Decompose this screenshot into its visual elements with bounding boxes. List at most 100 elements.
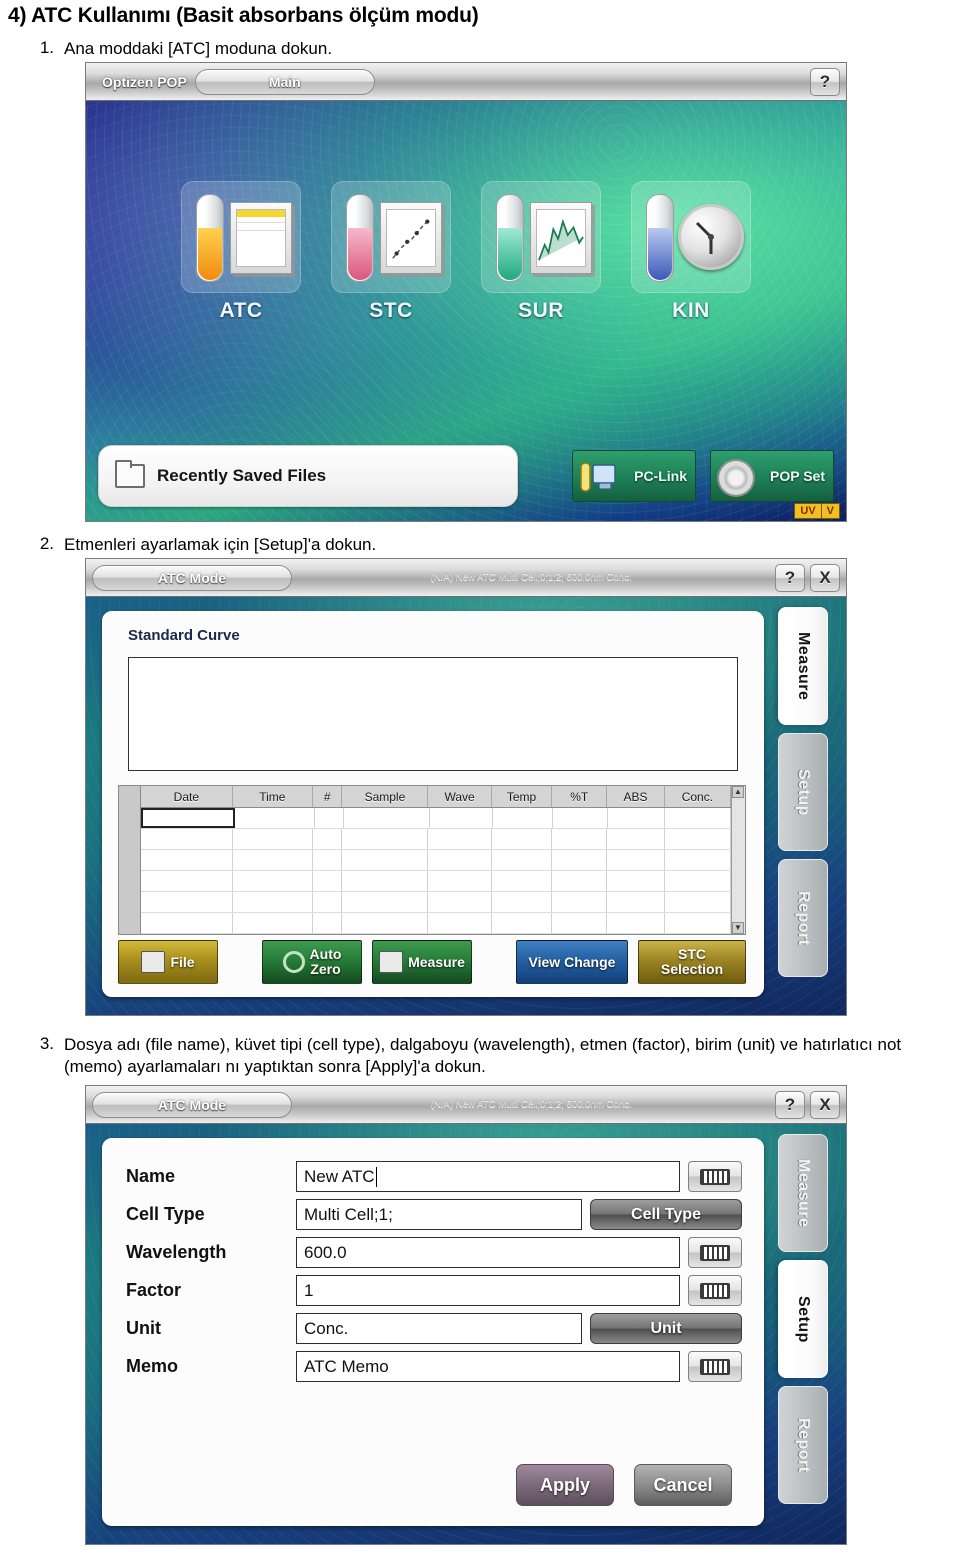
cell-type-button[interactable]: Cell Type — [590, 1199, 742, 1230]
mode-button-atc[interactable]: ATC — [177, 181, 305, 323]
scroll-down-icon[interactable]: ▼ — [732, 922, 744, 934]
tab-setup[interactable]: Setup — [778, 1260, 828, 1378]
file-button[interactable]: File — [118, 940, 218, 984]
unit-field[interactable]: Conc. — [296, 1313, 582, 1344]
wavelength-field[interactable]: 600.0 — [296, 1237, 680, 1268]
atc-measure-titlebar: ATC Mode (N/A) New ATC Multi Cell;0;1;2;… — [86, 559, 846, 597]
column-header-temp: Temp — [492, 786, 553, 807]
mode-button-stc[interactable]: STC — [327, 181, 455, 323]
tab-report[interactable]: Report — [778, 859, 828, 977]
step-3: 3. Dosya adı (file name), küvet tipi (ce… — [20, 1034, 950, 1078]
atc-setup-status: (N/A) New ATC Multi Cell;0;1;2; 600.0nm … — [430, 1099, 632, 1110]
unit-button[interactable]: Unit — [590, 1313, 742, 1344]
screenshot-atc-measure: ATC Mode (N/A) New ATC Multi Cell;0;1;2;… — [85, 558, 847, 1016]
table-header-row: Date Time # Sample Wave Temp %T ABS Conc… — [141, 786, 731, 808]
tab-measure[interactable]: Measure — [778, 1134, 828, 1252]
table-body[interactable] — [141, 808, 731, 934]
table-row[interactable] — [141, 871, 731, 892]
table-row[interactable] — [141, 808, 731, 829]
name-field[interactable]: New ATC — [296, 1161, 680, 1192]
mode-button-row: ATC STC SUR KIN — [86, 181, 846, 323]
form-row-factor: Factor 1 — [126, 1272, 742, 1309]
pc-link-icon — [579, 459, 619, 495]
tab-report[interactable]: Report — [778, 1386, 828, 1504]
pc-link-button[interactable]: PC-Link — [572, 450, 696, 502]
form-row-memo: Memo ATC Memo — [126, 1348, 742, 1385]
table-scrollbar[interactable]: ▲ ▼ — [731, 786, 745, 934]
atc-setup-vertical-tabs: Measure Setup Report — [778, 1134, 832, 1522]
apply-button[interactable]: Apply — [516, 1464, 614, 1506]
step-3-text: Dosya adı (file name), küvet tipi (cell … — [64, 1035, 902, 1077]
spectrum-glyph — [538, 218, 584, 261]
keyboard-icon-button-memo[interactable] — [688, 1351, 742, 1382]
setup-form: Name New ATC Cell Type Multi Cell;1; Cel… — [126, 1158, 742, 1386]
mode-label-atc: ATC — [219, 299, 263, 322]
auto-zero-button[interactable]: Auto Zero — [262, 940, 362, 984]
cell-type-field[interactable]: Multi Cell;1; — [296, 1199, 582, 1230]
folder-icon — [115, 460, 145, 488]
view-change-button[interactable]: View Change — [516, 940, 628, 984]
keyboard-icon — [700, 1282, 730, 1299]
kin-tile[interactable] — [631, 181, 751, 293]
scatter-chart-icon — [380, 202, 442, 274]
name-field-value: New ATC — [304, 1166, 375, 1186]
scroll-up-icon[interactable]: ▲ — [732, 786, 744, 798]
keyboard-icon — [700, 1358, 730, 1375]
mode-button-sur[interactable]: SUR — [477, 181, 605, 323]
measurement-table[interactable]: Date Time # Sample Wave Temp %T ABS Conc… — [118, 785, 746, 935]
atc-tile[interactable] — [181, 181, 301, 293]
keyboard-icon-button-factor[interactable] — [688, 1275, 742, 1306]
form-row-name: Name New ATC — [126, 1158, 742, 1195]
atc-setup-titlebar: ATC Mode (N/A) New ATC Multi Cell;0;1;2;… — [86, 1086, 846, 1124]
label-wavelength: Wavelength — [126, 1242, 227, 1262]
measure-button-label: Measure — [408, 953, 465, 970]
stc-selection-button[interactable]: STC Selection — [638, 940, 746, 984]
screenshot-main-screen: Optizen POP Main ? ATC STC SUR KIN Recen… — [85, 62, 847, 522]
mode-button-kin[interactable]: KIN — [627, 181, 755, 323]
main-titlebar: Optizen POP Main ? — [86, 63, 846, 101]
table-row[interactable] — [141, 829, 731, 850]
screenshot-atc-setup: ATC Mode (N/A) New ATC Multi Cell;0;1;2;… — [85, 1085, 847, 1545]
tab-setup[interactable]: Setup — [778, 733, 828, 851]
help-button[interactable]: ? — [810, 67, 840, 96]
close-button[interactable]: X — [810, 1090, 840, 1119]
keyboard-icon-button-wavelength[interactable] — [688, 1237, 742, 1268]
tab-measure[interactable]: Measure — [778, 607, 828, 725]
close-button[interactable]: X — [810, 563, 840, 592]
test-tube-icon — [496, 194, 524, 282]
pop-set-button[interactable]: POP Set — [710, 450, 834, 502]
column-header-abs: ABS — [607, 786, 665, 807]
form-row-cell-type: Cell Type Multi Cell;1; Cell Type — [126, 1196, 742, 1233]
step-2-text: Etmenleri ayarlamak için [Setup]'a dokun… — [64, 535, 377, 554]
step-1: 1. Ana moddaki [ATC] moduna dokun. — [20, 38, 920, 60]
help-button[interactable]: ? — [775, 1090, 805, 1119]
atc-mode-title: ATC Mode — [92, 1091, 292, 1118]
step-3-number: 3. — [39, 1034, 54, 1053]
memo-field[interactable]: ATC Memo — [296, 1351, 680, 1382]
factor-field[interactable]: 1 — [296, 1275, 680, 1306]
help-button[interactable]: ? — [775, 563, 805, 592]
page-title: 4) ATC Kullanımı (Basit absorbans ölçüm … — [8, 4, 479, 27]
tab-main[interactable]: Main — [194, 68, 375, 95]
table-row[interactable] — [141, 892, 731, 913]
cancel-button[interactable]: Cancel — [634, 1464, 732, 1506]
column-header-conc: Conc. — [665, 786, 731, 807]
measure-button[interactable]: Measure — [372, 940, 472, 984]
measure-button-row: File Auto Zero Measure View Change STC S… — [118, 939, 746, 985]
sur-tile[interactable] — [481, 181, 601, 293]
lamp-uv-label: UV — [794, 503, 822, 519]
keyboard-icon-button-name[interactable] — [688, 1161, 742, 1192]
document-page: 4) ATC Kullanımı (Basit absorbans ölçüm … — [0, 0, 960, 1553]
recently-saved-files-button[interactable]: Recently Saved Files — [98, 445, 518, 507]
table-row[interactable] — [141, 913, 731, 934]
table-row[interactable] — [141, 850, 731, 871]
file-button-label: File — [170, 953, 195, 970]
column-header-wave: Wave — [428, 786, 492, 807]
app-brand-label: Optizen POP — [102, 73, 187, 90]
stc-selection-label-line2: Selection — [660, 961, 724, 977]
label-factor: Factor — [126, 1280, 182, 1300]
lamp-status-badge: UV V — [794, 503, 840, 519]
standard-curve-plot-area[interactable] — [128, 657, 738, 771]
stc-tile[interactable] — [331, 181, 451, 293]
mode-label-kin: KIN — [672, 299, 710, 322]
